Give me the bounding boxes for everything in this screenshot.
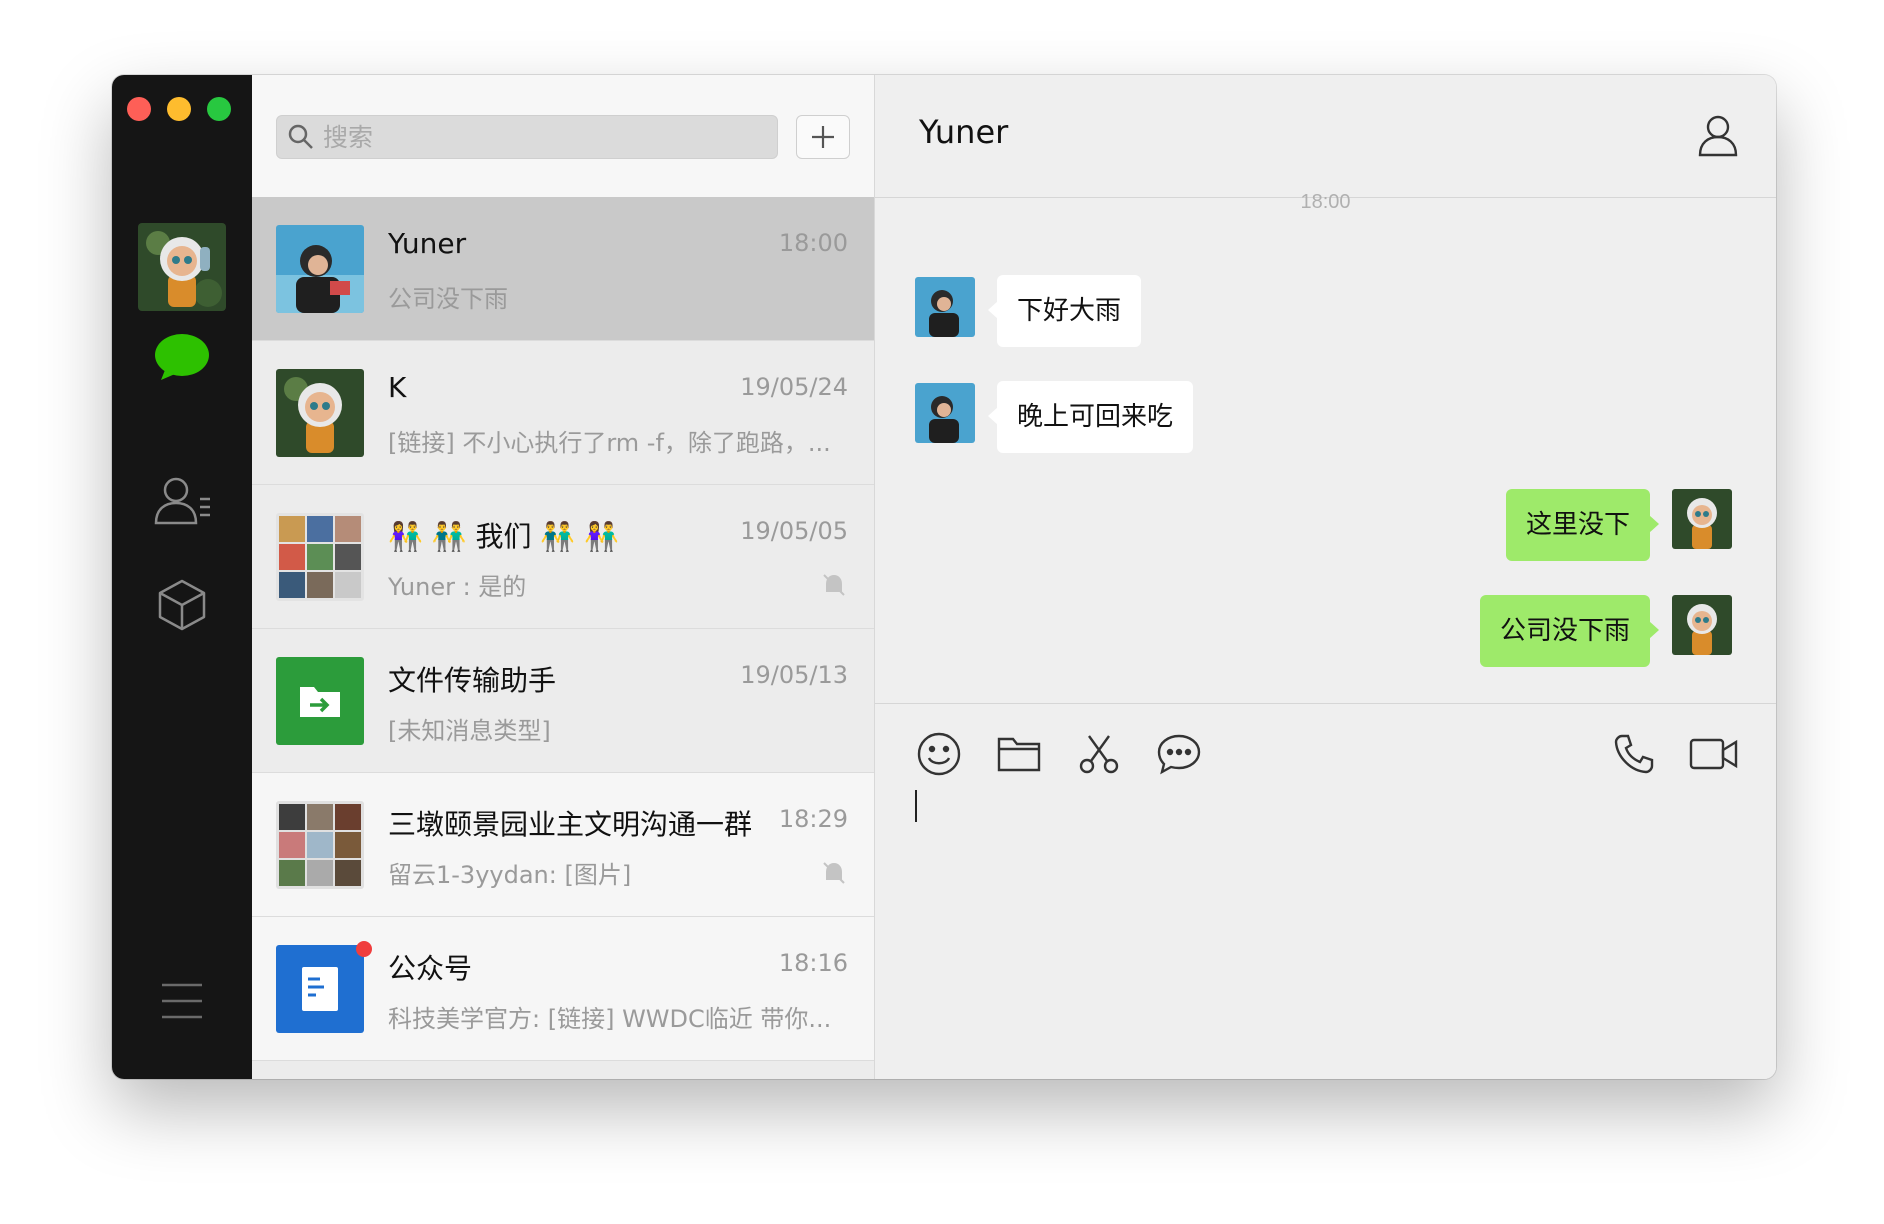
video-call-button[interactable] <box>1688 728 1740 780</box>
phone-icon <box>1614 734 1654 774</box>
file-button[interactable] <box>993 728 1045 780</box>
conversation-time: 18:29 <box>778 805 848 833</box>
voice-call-button[interactable] <box>1608 728 1660 780</box>
conversation-preview: 公司没下雨 <box>388 285 508 313</box>
conversation-name: 公众号 <box>388 952 473 985</box>
conversation-time: 19/05/24 <box>740 373 848 401</box>
profile-button[interactable] <box>1696 113 1740 162</box>
conversation-name: 👫 👬 我们 👬 👫 <box>388 520 620 553</box>
conversation-item[interactable]: Yuner 18:00 公司没下雨 <box>252 197 874 341</box>
conversation-name: 三墩颐景园业主文明沟通一群 <box>388 808 753 841</box>
zoom-window-button[interactable] <box>207 97 231 121</box>
conversation-time: 18:16 <box>778 949 848 977</box>
contacts-icon[interactable] <box>147 471 217 531</box>
chat-header: Yuner <box>875 75 1776 198</box>
chat-title: Yuner <box>919 113 1009 151</box>
emoji-button[interactable] <box>913 728 965 780</box>
incoming-message[interactable]: 下好大雨 <box>987 275 1142 347</box>
conversation-list: Yuner 18:00 公司没下雨 K 19/05/24 [链接] 不小心执行了… <box>252 75 875 1079</box>
avatar <box>276 225 364 313</box>
conversation-name: K <box>388 371 407 404</box>
conversation-preview: [链接] 不小心执行了rm -f，除了跑路，... <box>388 429 831 457</box>
scissors-icon <box>1079 735 1119 774</box>
conversation-time: 19/05/05 <box>740 517 848 545</box>
add-button[interactable] <box>796 115 850 159</box>
screenshot-button[interactable] <box>1073 728 1125 780</box>
group-avatar <box>276 801 364 889</box>
conversation-item[interactable]: 👫 👬 我们 👬 👫 19/05/05 Yuner : 是的 <box>252 485 874 629</box>
outgoing-message[interactable]: 公司没下雨 <box>1479 595 1660 667</box>
plus-icon <box>812 126 834 148</box>
avatar <box>276 369 364 457</box>
conversation-name: 文件传输助手 <box>388 664 557 697</box>
my-avatar[interactable] <box>138 223 226 311</box>
incoming-message[interactable]: 晚上可回来吃 <box>987 381 1194 453</box>
conversation-name: Yuner <box>388 227 467 260</box>
search-icon <box>288 124 313 149</box>
mute-icon <box>823 574 845 596</box>
minimize-window-button[interactable] <box>167 97 191 121</box>
emoji-icon <box>917 732 961 776</box>
chat-history-button[interactable] <box>1153 728 1205 780</box>
sidebar <box>112 75 252 1079</box>
conversation-item[interactable]: 公众号 18:16 科技美学官方: [链接] WWDC临近 带你... <box>252 917 874 1061</box>
conversation-time: 18:00 <box>778 229 848 257</box>
outgoing-message[interactable]: 这里没下 <box>1505 489 1660 561</box>
search-box[interactable] <box>276 115 778 159</box>
group-avatar <box>276 513 364 601</box>
contact-avatar[interactable] <box>915 277 975 337</box>
menu-icon[interactable] <box>147 971 217 1031</box>
chat-pane: Yuner 18:00 下好大雨 晚上可回来吃 这里没下 公司没下雨 <box>875 75 1776 1079</box>
conversation-item[interactable]: K 19/05/24 [链接] 不小心执行了rm -f，除了跑路，... <box>252 341 874 485</box>
conversation-preview: [未知消息类型] <box>388 717 551 745</box>
official-accounts-icon <box>276 945 364 1033</box>
conversation-time: 19/05/13 <box>740 661 848 689</box>
search-input[interactable] <box>321 121 755 153</box>
favorites-icon[interactable] <box>147 575 217 635</box>
file-transfer-icon <box>276 657 364 745</box>
mute-icon <box>823 862 845 884</box>
list-header <box>252 75 874 198</box>
user-icon <box>1698 115 1738 157</box>
contact-avatar[interactable] <box>915 383 975 443</box>
folder-icon <box>997 737 1041 772</box>
conversation-preview: 科技美学官方: [链接] WWDC临近 带你... <box>388 1005 832 1033</box>
conversation-item[interactable]: 文件传输助手 19/05/13 [未知消息类型] <box>252 629 874 773</box>
astronaut-avatar-image <box>138 223 226 311</box>
my-avatar-small[interactable] <box>1672 595 1732 655</box>
close-window-button[interactable] <box>127 97 151 121</box>
unread-badge <box>356 941 372 957</box>
conversation-preview: Yuner : 是的 <box>388 573 527 601</box>
conversation-preview: 留云1-3yydan: [图片] <box>388 861 632 889</box>
video-camera-icon <box>1689 738 1738 770</box>
message-composer[interactable] <box>875 703 1776 1079</box>
chat-icon[interactable] <box>147 327 217 387</box>
speech-bubble-icon <box>1157 734 1201 775</box>
my-avatar-small[interactable] <box>1672 489 1732 549</box>
wechat-window: Yuner 18:00 公司没下雨 K 19/05/24 [链接] 不小心执行了… <box>112 75 1776 1079</box>
conversation-item[interactable]: 三墩颐景园业主文明沟通一群 18:29 留云1-3yydan: [图片] <box>252 773 874 917</box>
text-cursor <box>915 790 917 822</box>
message-timestamp: 18:00 <box>1300 191 1351 213</box>
